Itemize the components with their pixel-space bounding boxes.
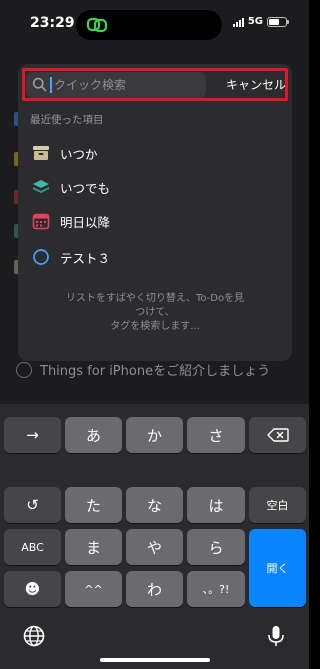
status-bar: 23:29 5G: [0, 0, 309, 50]
recent-item-label: いつでも: [60, 180, 111, 196]
keyboard: → あ か さ ↺ た な は 空白 ABC ま や ら 開く ☻ ^^ わ 、…: [0, 404, 309, 669]
key-delete[interactable]: [249, 417, 306, 453]
calendar-icon: [32, 212, 50, 230]
popup-hint: リストをすばやく切り替え、To-Doを見 つけて、 タグを検索します...: [18, 292, 292, 334]
text-cursor: [50, 77, 52, 93]
battery-icon: [267, 16, 289, 27]
dynamic-island: [76, 10, 222, 40]
key-ra[interactable]: ら: [187, 529, 245, 565]
link-icon: [86, 17, 108, 33]
key-ya[interactable]: や: [126, 529, 183, 565]
key-space[interactable]: 空白: [249, 487, 306, 523]
search-icon: [32, 77, 47, 92]
bg-promo-text: Things for iPhoneをご紹介しましょう: [40, 364, 271, 379]
key-arrow-right[interactable]: →: [4, 417, 61, 453]
key-ka[interactable]: か: [126, 417, 183, 453]
checkbox-circle-icon: [16, 361, 32, 378]
key-a[interactable]: あ: [65, 417, 122, 453]
recent-item-label: いつか: [60, 146, 98, 162]
key-emoji[interactable]: ☻: [4, 571, 61, 607]
screen: 23:29 5G Things for iPhoneをご紹介しましょう クイック…: [0, 0, 309, 669]
key-na[interactable]: な: [126, 487, 183, 523]
key-open[interactable]: 開く: [249, 529, 306, 607]
key-ha[interactable]: は: [187, 487, 245, 523]
recent-item-someday[interactable]: いつか: [32, 142, 98, 164]
network-type: 5G: [247, 16, 263, 27]
status-time: 23:29: [30, 15, 75, 31]
microphone-icon[interactable]: [264, 624, 288, 648]
home-indicator: [100, 658, 210, 662]
status-right: 5G: [232, 16, 289, 27]
hint-line: リストをすばやく切り替え、To-Doを見: [65, 293, 245, 304]
key-ta[interactable]: た: [65, 487, 122, 523]
key-abc[interactable]: ABC: [4, 529, 61, 565]
globe-icon[interactable]: [22, 624, 46, 648]
recent-items-heading: 最近使った項目: [30, 114, 104, 126]
recent-item-label: 明日以降: [60, 214, 111, 230]
key-sa[interactable]: さ: [187, 417, 245, 453]
circle-icon: [32, 248, 50, 266]
hint-line: つけて、: [135, 307, 175, 318]
search-input[interactable]: [54, 72, 202, 98]
cancel-button[interactable]: キャンセル: [226, 76, 286, 93]
bg-promo-item: Things for iPhoneをご紹介しましょう: [16, 360, 270, 379]
recent-item-upcoming[interactable]: 明日以降: [32, 210, 110, 232]
key-ma[interactable]: ま: [65, 529, 122, 565]
search-box[interactable]: [26, 72, 206, 98]
key-kaomoji[interactable]: ^^: [65, 571, 122, 607]
key-wa[interactable]: わ: [126, 571, 183, 607]
recent-item-anytime[interactable]: いつでも: [32, 176, 110, 198]
signal-icon: [232, 17, 244, 27]
key-punctuation[interactable]: 、。?!: [187, 571, 245, 607]
search-row: キャンセル: [26, 72, 292, 102]
hint-line: タグを検索します...: [110, 321, 200, 332]
quick-search-popup: キャンセル 最近使った項目 いつか いつでも: [18, 64, 292, 361]
archive-box-icon: [32, 144, 50, 162]
recent-item-label: テスト３: [60, 250, 111, 266]
recent-item-test3[interactable]: テスト３: [32, 246, 110, 268]
delete-icon: [266, 428, 289, 442]
key-undo[interactable]: ↺: [4, 487, 61, 523]
stack-layers-icon: [32, 178, 50, 196]
